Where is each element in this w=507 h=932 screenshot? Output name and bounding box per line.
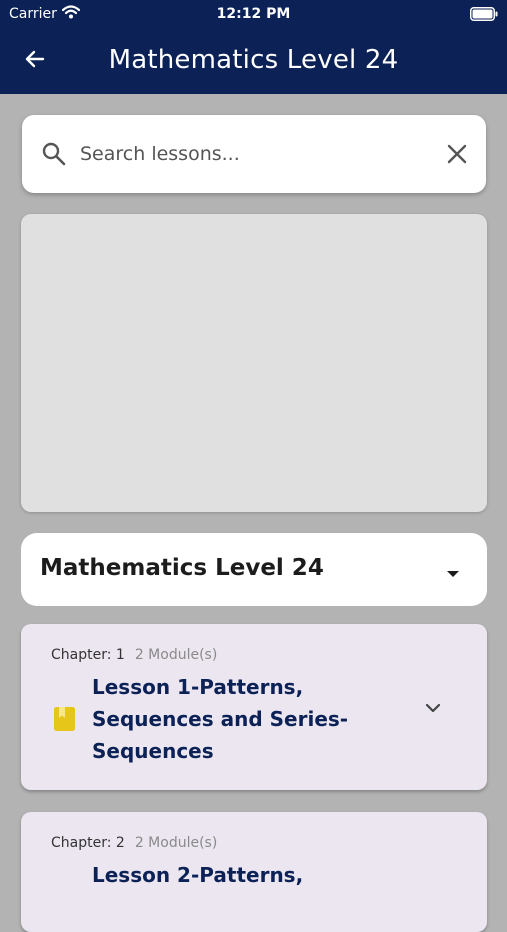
level-dropdown-value: Mathematics Level 24 (40, 555, 324, 581)
module-count: 2 Module(s) (134, 835, 218, 851)
book-icon (54, 707, 76, 736)
chevron-down-icon[interactable] (425, 700, 441, 718)
caret-down-icon (446, 565, 460, 583)
search-bar (22, 115, 486, 193)
lesson-title: Lesson 1-Patterns, Sequences and Series-… (92, 675, 349, 763)
search-input[interactable] (80, 137, 420, 171)
banner-placeholder (21, 214, 487, 512)
status-time: 12:12 PM (216, 6, 291, 22)
lesson-title: Lesson 2-Patterns, (92, 863, 304, 887)
search-icon (41, 141, 67, 172)
module-count: 2 Module(s) (134, 647, 218, 663)
chapter-label: Chapter: 2 2 Module(s) (51, 835, 217, 851)
battery-icon (470, 7, 498, 26)
level-dropdown[interactable]: Mathematics Level 24 (21, 533, 487, 606)
page-title: Mathematics Level 24 (108, 45, 399, 75)
status-bar: Carrier 12:12 PM (0, 0, 507, 28)
chapter-label: Chapter: 1 2 Module(s) (51, 647, 217, 663)
chapter-number: Chapter: 1 (51, 647, 125, 663)
close-icon[interactable] (446, 143, 468, 170)
app-bar: Mathematics Level 24 (0, 28, 507, 94)
chapter-number: Chapter: 2 (51, 835, 125, 851)
lesson-card[interactable]: Chapter: 1 2 Module(s) Lesson 1-Patterns,… (21, 624, 487, 790)
lesson-card[interactable]: Chapter: 2 2 Module(s) Lesson 2-Patterns, (21, 812, 487, 932)
